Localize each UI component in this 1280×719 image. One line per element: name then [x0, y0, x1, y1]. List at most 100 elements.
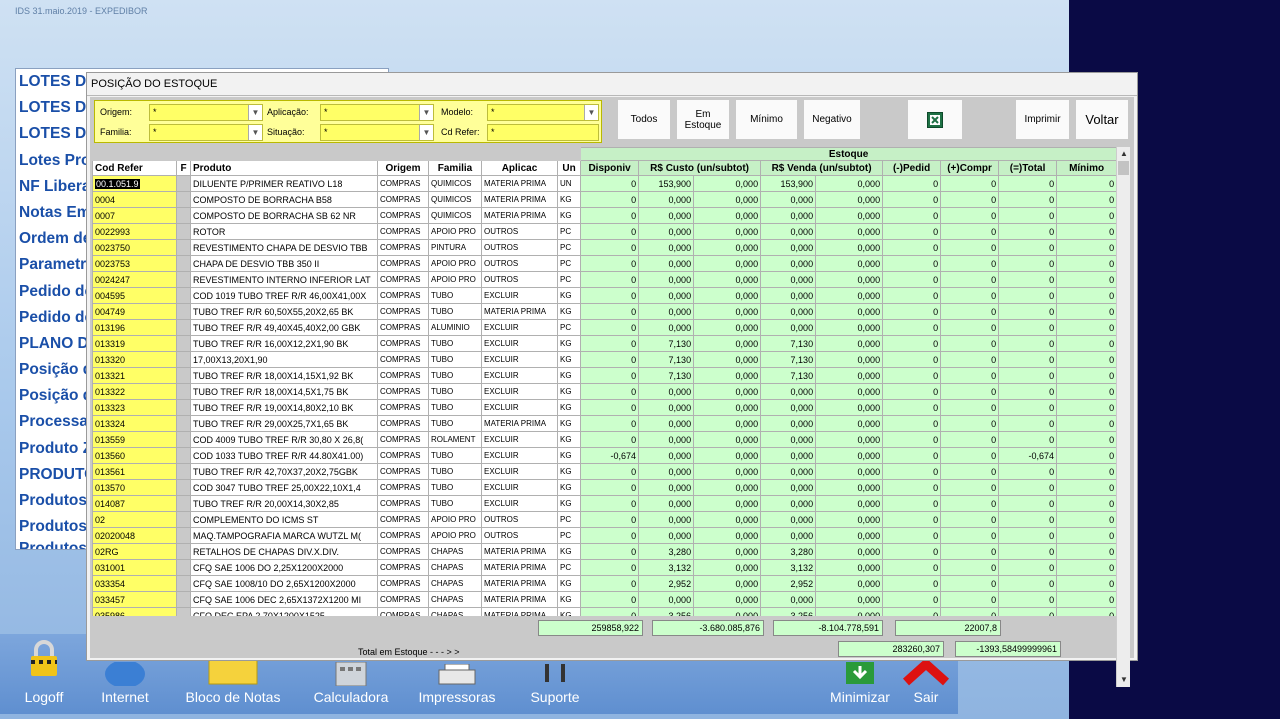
scroll-thumb[interactable]	[1118, 161, 1129, 175]
table-cell: COMPOSTO DE BORRACHA SB 62 NR	[190, 207, 378, 224]
table-cell: 0,000	[815, 559, 884, 576]
table-cell: 0,000	[815, 415, 884, 432]
table-row[interactable]: 035986 CFQ DEC EPA 2,70X1200X1525 COMPRAS C…	[92, 607, 1116, 616]
column-header[interactable]: F	[176, 160, 191, 176]
table-cell: 0,000	[693, 575, 762, 592]
table-row[interactable]: 004595 COD 1019 TUBO TREF R/R 46,00X41,00…	[92, 287, 1116, 304]
table-cell: CHAPAS	[428, 607, 482, 616]
table-cell	[176, 271, 191, 288]
table-row[interactable]: 0007 COMPOSTO DE BORRACHA SB 62 NR COMPRAS…	[92, 207, 1116, 224]
table-cell: 0	[882, 463, 942, 480]
column-header[interactable]: (+)Compr	[940, 160, 1000, 176]
table-row[interactable]: 013560 COD 1033 TUBO TREF R/R 44.80X41.00…	[92, 447, 1116, 464]
table-row[interactable]: 031001 CFQ SAE 1006 DO 2,25X1200X2000 COMP…	[92, 559, 1116, 576]
voltar-button[interactable]: Voltar	[1075, 99, 1129, 140]
cdrefer-input[interactable]: *	[487, 124, 599, 141]
table-row[interactable]: 033354 CFQ SAE 1008/10 DO 2,65X1200X2000 C…	[92, 575, 1116, 592]
table-cell: 0	[1056, 543, 1116, 560]
table-cell: EXCLUIR	[481, 319, 558, 336]
table-row[interactable]: 0022993 ROTOR COMPRAS APOIO PRO OUTROS PC 0 0,0…	[92, 223, 1116, 240]
table-row[interactable]: 033457 CFQ SAE 1006 DEC 2,65X1372X1200 MI…	[92, 591, 1116, 608]
column-header[interactable]: Aplicac	[481, 160, 558, 176]
chevron-down-icon[interactable]: ▼	[419, 105, 433, 120]
familia-select[interactable]: * ▼	[149, 124, 263, 141]
table-row[interactable]: 013324 TUBO TREF R/R 29,00X25,7X1,65 BK CO…	[92, 415, 1116, 432]
window-body: Origem: * ▼ Familia: * ▼ Aplicação: * ▼ …	[90, 97, 1134, 687]
chevron-down-icon[interactable]: ▼	[419, 125, 433, 140]
table-row[interactable]: 013196 TUBO TREF R/R 49,40X45,40X2,00 GBK…	[92, 319, 1116, 336]
table-cell: 0,000	[693, 559, 762, 576]
column-header[interactable]: (-)Pedid	[882, 160, 942, 176]
imprimir-button[interactable]: Imprimir	[1015, 99, 1070, 140]
table-cell: 153,900	[638, 175, 695, 192]
column-header[interactable]: R$ Custo (un/subtot)	[638, 160, 762, 176]
column-header[interactable]: Origem	[377, 160, 429, 176]
table-cell: COMPRAS	[377, 271, 429, 288]
table-cell	[176, 351, 191, 368]
vertical-scrollbar[interactable]: ▲ ▼	[1116, 147, 1130, 687]
table-row[interactable]: 013561 TUBO TREF R/R 42,70X37,20X2,75GBK C…	[92, 463, 1116, 480]
table-row[interactable]: 00.1.051.9 DILUENTE P/PRIMER REATIVO L18 C…	[92, 175, 1116, 192]
minimo-button[interactable]: Mínimo	[735, 99, 798, 140]
column-header[interactable]: Cod Refer	[92, 160, 177, 176]
column-header[interactable]: R$ Venda (un/subtot)	[760, 160, 884, 176]
table-row[interactable]: 013319 TUBO TREF R/R 16,00X12,2X1,90 BK CO…	[92, 335, 1116, 352]
column-header[interactable]: Un	[556, 160, 582, 176]
column-header[interactable]: Familia	[428, 160, 482, 176]
table-row[interactable]: 013320 17,00X13,20X1,90 COMPRAS TUBO EXCLUIR…	[92, 351, 1116, 368]
em-estoque-button[interactable]: Em Estoque	[676, 99, 730, 140]
column-header[interactable]: Produto	[190, 160, 378, 176]
column-header[interactable]: Mínimo	[1056, 160, 1116, 176]
table-cell: 0	[1056, 479, 1116, 496]
table-cell: 7,130	[760, 367, 817, 384]
table-cell: MATERIA PRIMA	[481, 559, 558, 576]
table-row[interactable]: 013322 TUBO TREF R/R 18,00X14,5X1,75 BK CO…	[92, 383, 1116, 400]
table-cell: COMPRAS	[377, 191, 429, 208]
origem-select[interactable]: * ▼	[149, 104, 263, 121]
table-cell: TUBO	[428, 415, 482, 432]
table-cell: COMPRAS	[377, 175, 429, 192]
table-cell: 0,000	[693, 479, 762, 496]
table-cell: 0	[940, 335, 1000, 352]
table-cell: 013321	[92, 367, 177, 384]
table-cell: 0	[998, 511, 1058, 528]
table-row[interactable]: 013570 COD 3047 TUBO TREF 25,00X22,10X1,4…	[92, 479, 1116, 496]
table-cell: 7,130	[638, 351, 695, 368]
table-cell: 0	[580, 607, 640, 616]
table-cell: 0,000	[693, 399, 762, 416]
table-cell: 014087	[92, 495, 177, 512]
table-row[interactable]: 013321 TUBO TREF R/R 18,00X14,15X1,92 BK C…	[92, 367, 1116, 384]
table-row[interactable]: 02RG RETALHOS DE CHAPAS DIV.X.DIV. COMPRAS…	[92, 543, 1116, 560]
scroll-up-icon[interactable]: ▲	[1117, 147, 1131, 161]
table-cell: QUIMICOS	[428, 175, 482, 192]
situacao-select[interactable]: * ▼	[320, 124, 434, 141]
table-cell: 0	[998, 463, 1058, 480]
printer-icon	[438, 664, 476, 685]
table-cell: 0	[940, 255, 1000, 272]
scroll-down-icon[interactable]: ▼	[1117, 673, 1131, 687]
taskbar-logoff[interactable]: Logoff	[18, 634, 70, 714]
table-cell: 0,000	[693, 319, 762, 336]
table-row[interactable]: 02020048 MAQ.TAMPOGRAFIA MARCA WUTZL M(CO…	[92, 527, 1116, 544]
table-row[interactable]: 013323 TUBO TREF R/R 19,00X14,80X2,10 BK C…	[92, 399, 1116, 416]
negativo-button[interactable]: Negativo	[803, 99, 861, 140]
table-row[interactable]: 0023753 CHAPA DE DESVIO TBB 350 II COMPRAS…	[92, 255, 1116, 272]
aplicacao-select[interactable]: * ▼	[320, 104, 434, 121]
table-row[interactable]: 0004 COMPOSTO DE BORRACHA B58 COMPRAS QUIMI…	[92, 191, 1116, 208]
table-cell: 0,000	[760, 319, 817, 336]
table-cell: 0,000	[638, 223, 695, 240]
todos-button[interactable]: Todos	[617, 99, 671, 140]
chevron-down-icon[interactable]: ▼	[248, 105, 262, 120]
column-header[interactable]: (=)Total	[998, 160, 1058, 176]
table-row[interactable]: 02 COMPLEMENTO DO ICMS ST COMPRAS APOIO PRO…	[92, 511, 1116, 528]
table-row[interactable]: 013559 COD 4009 TUBO TREF R/R 30,80 X 26,…	[92, 431, 1116, 448]
table-row[interactable]: 004749 TUBO TREF R/R 60,50X55,20X2,65 BK C…	[92, 303, 1116, 320]
column-header[interactable]: Disponiv	[580, 160, 640, 176]
chevron-down-icon[interactable]: ▼	[584, 105, 598, 120]
chevron-down-icon[interactable]: ▼	[248, 125, 262, 140]
table-row[interactable]: 014087 TUBO TREF R/R 20,00X14,30X2,85 COMP…	[92, 495, 1116, 512]
modelo-select[interactable]: * ▼	[487, 104, 599, 121]
table-row[interactable]: 0023750 REVESTIMENTO CHAPA DE DESVIO TBB C…	[92, 239, 1116, 256]
excel-button[interactable]	[907, 99, 963, 140]
table-row[interactable]: 0024247 REVESTIMENTO INTERNO INFERIOR LAT…	[92, 271, 1116, 288]
